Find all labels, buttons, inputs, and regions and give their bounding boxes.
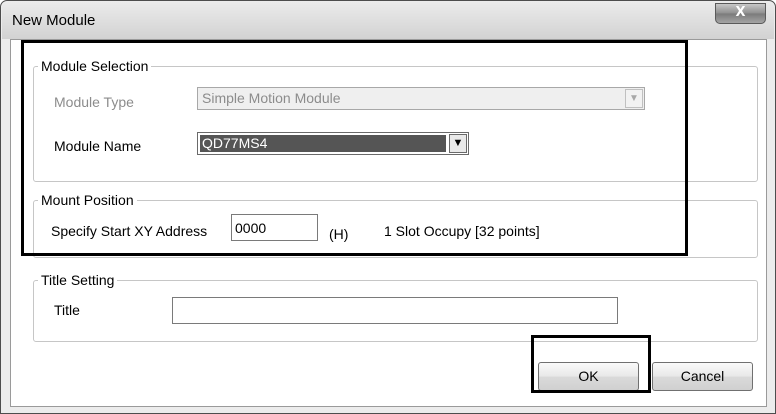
module-selection-group bbox=[33, 66, 758, 182]
hex-suffix-label: (H) bbox=[329, 226, 349, 242]
close-icon: X bbox=[735, 5, 746, 20]
chevron-down-icon[interactable]: ▼ bbox=[449, 134, 467, 153]
module-name-label: Module Name bbox=[54, 138, 142, 154]
cancel-button[interactable]: Cancel bbox=[652, 362, 753, 391]
module-name-value: QD77MS4 bbox=[200, 135, 446, 152]
dialog-window: New Module X Module Selection Module Typ… bbox=[0, 0, 776, 414]
window-title: New Module bbox=[12, 12, 96, 29]
module-type-value: Simple Motion Module bbox=[202, 90, 341, 106]
close-button[interactable]: X bbox=[715, 3, 766, 24]
module-selection-legend: Module Selection bbox=[38, 58, 152, 74]
chevron-down-icon: ▼ bbox=[625, 89, 643, 108]
module-type-label: Module Type bbox=[54, 94, 134, 110]
module-name-dropdown[interactable]: QD77MS4 ▼ bbox=[197, 132, 469, 155]
start-address-input[interactable] bbox=[231, 214, 318, 241]
dialog-body: Module Selection Module Type Simple Moti… bbox=[10, 39, 767, 407]
ok-button[interactable]: OK bbox=[538, 362, 639, 391]
start-address-label: Specify Start XY Address bbox=[51, 223, 208, 239]
title-label: Title bbox=[54, 302, 80, 318]
module-type-dropdown: Simple Motion Module ▼ bbox=[197, 87, 645, 110]
title-bar[interactable]: New Module X bbox=[2, 2, 774, 39]
slot-occupy-info: 1 Slot Occupy [32 points] bbox=[384, 223, 540, 239]
mount-position-legend: Mount Position bbox=[38, 192, 137, 208]
title-input[interactable] bbox=[172, 297, 618, 324]
title-setting-legend: Title Setting bbox=[38, 272, 118, 288]
